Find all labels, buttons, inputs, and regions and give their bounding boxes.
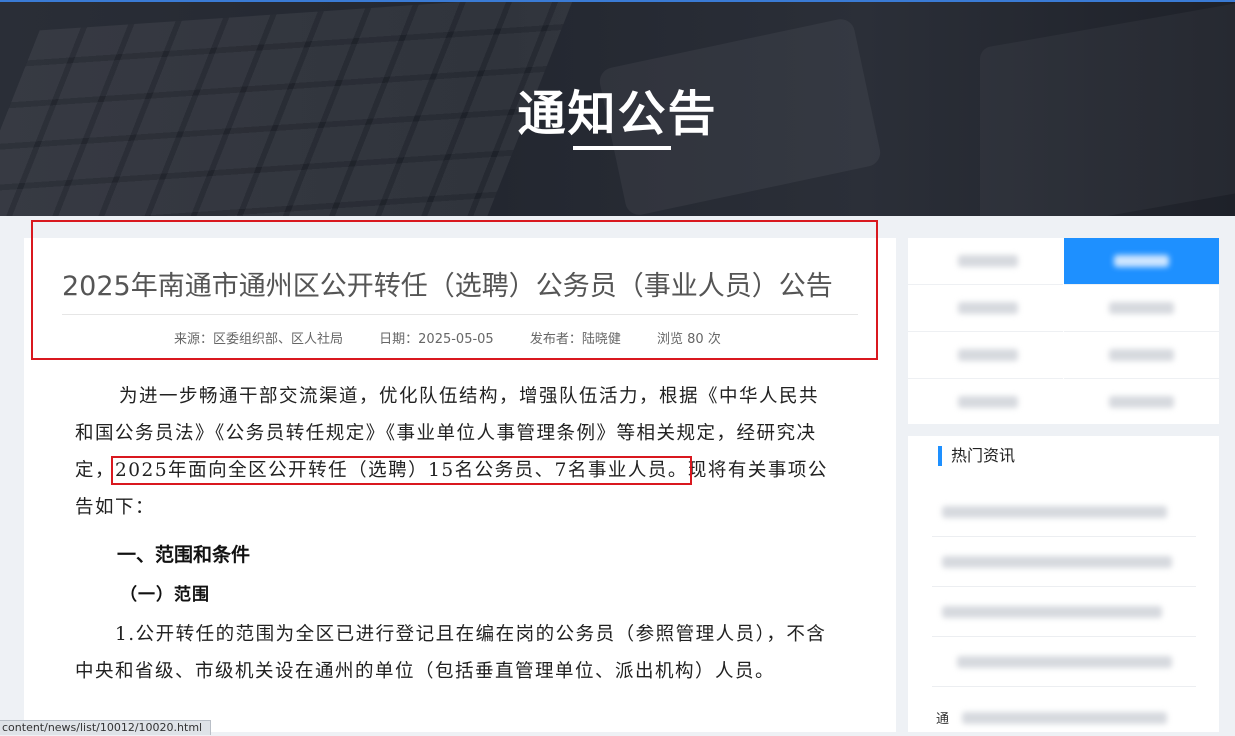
blurred-link-text (942, 556, 1172, 568)
hot-news-item[interactable] (932, 486, 1196, 537)
title-divider (62, 314, 858, 315)
banner-title: 通知公告 (517, 86, 718, 142)
blurred-label (958, 302, 1018, 314)
sidebar-nav-item[interactable] (1064, 379, 1219, 425)
article-title: 2025年南通市通州区公开转任（选聘）公务员（事业人员）公告 (62, 271, 833, 302)
paragraph-2: 1.公开转任的范围为全区已进行登记且在编在岗的公务员（参照管理人员），不含中央和… (75, 624, 827, 682)
hot-news-item[interactable]: 通 (932, 686, 1196, 736)
blurred-label (1109, 302, 1174, 314)
hot-news-title: 热门资讯 (938, 446, 1015, 466)
meta-date: 日期：2025-05-05 (379, 332, 494, 347)
sidebar-nav-item[interactable] (1064, 285, 1219, 332)
sidebar-nav-item-active[interactable] (1064, 238, 1219, 285)
sidebar-nav-item[interactable] (908, 285, 1063, 332)
blurred-link-text (957, 656, 1172, 668)
sidebar-nav (908, 238, 1219, 424)
hot-news-panel: 热门资讯 通 (908, 436, 1219, 732)
subsection-heading: （一）范围 (120, 585, 210, 605)
section-heading: 一、范围和条件 (117, 544, 251, 566)
status-bar-url: content/news/list/10012/10020.html (0, 720, 212, 735)
paragraph-1: 为进一步畅通干部交流渠道，优化队伍结构，增强队伍活力，根据《中华人民共和国公务员… (75, 378, 835, 526)
article-meta: 来源：区委组织部、区人社局 日期：2025-05-05 发布者：陆晓健 浏览 8… (174, 328, 753, 347)
hot-news-text: 通 (936, 712, 950, 727)
highlighted-sentence: 2025年面向全区公开转任（选聘）15名公务员、7名事业人员。 (111, 456, 692, 485)
blurred-link-text (962, 712, 1167, 724)
blurred-label (1114, 255, 1169, 267)
sidebar-nav-item[interactable] (908, 379, 1063, 425)
blurred-label (1109, 396, 1174, 408)
blurred-label (958, 396, 1018, 408)
blurred-link-text (942, 606, 1162, 618)
sidebar-nav-item[interactable] (1064, 332, 1219, 379)
banner-underline (573, 146, 671, 150)
blurred-label (958, 349, 1018, 361)
blurred-link-text (942, 506, 1167, 518)
meta-source: 来源：区委组织部、区人社局 (174, 332, 344, 347)
sidebar-nav-item[interactable] (908, 332, 1063, 379)
hot-news-item[interactable] (932, 536, 1196, 587)
hot-news-item[interactable] (932, 586, 1196, 637)
sidebar-nav-item[interactable] (908, 238, 1063, 285)
hot-news-item[interactable] (932, 636, 1196, 687)
meta-publisher: 发布者：陆晓健 (529, 332, 621, 347)
blurred-label (1109, 349, 1174, 361)
meta-views: 浏览 80 次 (657, 332, 721, 347)
blurred-label (958, 255, 1018, 267)
